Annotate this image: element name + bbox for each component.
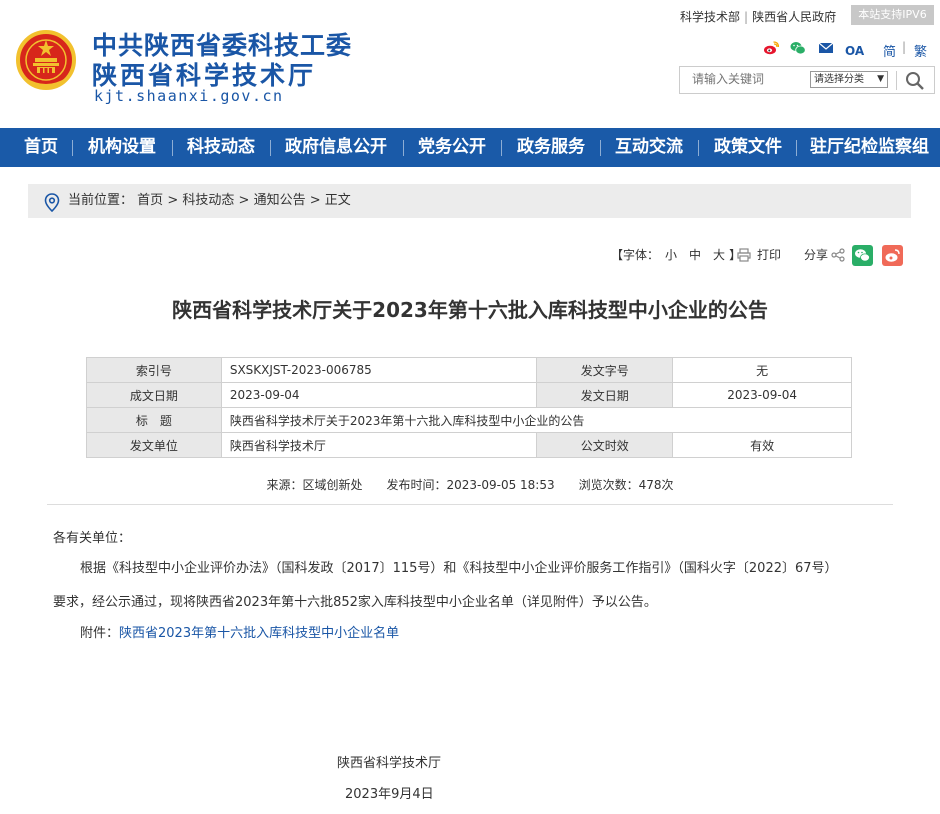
share-icon	[831, 248, 845, 265]
separator: |	[902, 40, 907, 54]
doc-no-label: 发文字号	[536, 357, 674, 383]
attachment-line: 附件：陕西省2023年第十六批入库科技型中小企业名单	[80, 622, 399, 641]
breadcrumb: 当前位置： 首页 > 科技动态 > 通知公告 > 正文	[28, 184, 911, 218]
breadcrumb-sep: >	[238, 193, 250, 208]
title-value: 陕西省科学技术厅关于2023年第十六批入库科技型中小企业的公告	[220, 407, 853, 433]
mail-icon[interactable]	[818, 40, 834, 56]
font-open: 【字体：	[611, 248, 660, 262]
site-header: 中共陕西省委科技工委 陕西省科学技术厅 kjt.shaanxi.gov.cn 科…	[0, 0, 940, 128]
issued-date-label: 发文日期	[536, 382, 674, 408]
national-emblem-icon	[16, 30, 76, 92]
search-button[interactable]	[902, 70, 928, 92]
issuer-value: 陕西省科学技术厅	[220, 432, 538, 458]
font-large-button[interactable]: 大	[713, 248, 725, 262]
signature-date: 2023年9月4日	[345, 787, 434, 802]
index-value: SXSKXJST-2023-006785	[220, 357, 538, 383]
index-label: 索引号	[86, 357, 222, 383]
salutation: 各有关单位：	[53, 531, 132, 546]
nav-item-discipline[interactable]: 驻厅纪检监察组	[810, 128, 929, 167]
attachment-label: 附件：	[80, 626, 120, 641]
separator	[403, 140, 404, 156]
separator	[600, 140, 601, 156]
nav-item-policy[interactable]: 政策文件	[714, 128, 782, 167]
separator	[270, 140, 271, 156]
divider	[896, 71, 897, 90]
font-size-controls: 【字体：小中大】	[611, 246, 741, 263]
lang-simplified[interactable]: 简	[883, 41, 896, 60]
nav-item-party-affairs[interactable]: 党务公开	[418, 128, 486, 167]
validity-value: 有效	[672, 432, 852, 458]
chevron-down-icon: ▼	[877, 74, 884, 84]
table-row: 成文日期 2023-09-04 发文日期 2023-09-04	[86, 382, 852, 408]
separator	[698, 140, 699, 156]
search-icon	[906, 72, 924, 90]
link-shaanxi-gov[interactable]: 陕西省人民政府	[752, 10, 836, 24]
validity-label: 公文时效	[536, 432, 674, 458]
written-date-label: 成文日期	[86, 382, 222, 408]
separator	[72, 140, 73, 156]
title-label: 标 题	[86, 407, 222, 433]
separator	[501, 140, 502, 156]
search-category-value: 请选择分类	[814, 74, 864, 85]
paragraph-line: 根据《科技型中小企业评价办法》（国科发政〔2017〕115号）和《科技型中小企业…	[80, 561, 838, 576]
font-small-button[interactable]: 小	[665, 248, 677, 262]
attachment-link[interactable]: 陕西省2023年第十六批入库科技型中小企业名单	[119, 626, 399, 641]
oa-label: OA	[845, 44, 865, 58]
nav-item-organization[interactable]: 机构设置	[88, 128, 156, 167]
table-row: 发文单位 陕西省科学技术厅 公文时效 有效	[86, 432, 852, 458]
divider	[47, 504, 893, 505]
nav-item-gov-info[interactable]: 政府信息公开	[285, 128, 387, 167]
wechat-icon[interactable]	[790, 40, 806, 56]
search-bar: 请选择分类 ▼	[679, 66, 935, 94]
location-pin-icon	[44, 192, 60, 213]
top-links: 科学技术部 | 陕西省人民政府	[680, 8, 836, 25]
search-category-select[interactable]: 请选择分类 ▼	[810, 71, 888, 88]
breadcrumb-notices[interactable]: 通知公告	[254, 193, 306, 208]
article-meta-table: 索引号 SXSKXJST-2023-006785 发文字号 无 成文日期 202…	[86, 357, 853, 458]
print-button[interactable]: 打印	[757, 246, 781, 263]
signature: 陕西省科学技术厅	[337, 756, 442, 771]
main-nav: 首页 机构设置 科技动态 政府信息公开 党务公开 政务服务 互动交流 政策文件 …	[0, 128, 940, 167]
breadcrumb-sep: >	[167, 193, 179, 208]
font-medium-button[interactable]: 中	[689, 248, 701, 262]
ipv6-badge: 本站支持IPV6	[851, 5, 934, 25]
article-source-line: 来源：区域创新处 发布时间：2023-09-05 18:53 浏览次数：478次	[266, 478, 674, 492]
share-weibo-icon[interactable]	[882, 245, 903, 269]
breadcrumb-sep: >	[309, 193, 321, 208]
breadcrumb-home[interactable]: 首页	[137, 193, 163, 208]
issuer-label: 发文单位	[86, 432, 222, 458]
article-title: 陕西省科学技术厅关于2023年第十六批入库科技型中小企业的公告	[172, 298, 768, 322]
doc-no-value: 无	[672, 357, 852, 383]
nav-item-home[interactable]: 首页	[24, 128, 58, 167]
print-icon[interactable]	[737, 248, 751, 265]
paragraph-line: 要求，经公示通过，现将陕西省2023年第十六批852家入库科技型中小企业名单（详…	[53, 595, 657, 610]
table-row: 索引号 SXSKXJST-2023-006785 发文字号 无	[86, 357, 852, 383]
breadcrumb-label: 当前位置：	[68, 193, 134, 208]
nav-item-gov-services[interactable]: 政务服务	[517, 128, 585, 167]
written-date-value: 2023-09-04	[220, 382, 538, 408]
separator	[172, 140, 173, 156]
breadcrumb-tech-news[interactable]: 科技动态	[182, 193, 234, 208]
oa-icon[interactable]: OA	[845, 40, 865, 58]
issued-date-value: 2023-09-04	[672, 382, 852, 408]
nav-item-interaction[interactable]: 互动交流	[615, 128, 683, 167]
separator: |	[744, 10, 749, 24]
site-domain: kjt.shaanxi.gov.cn	[94, 87, 284, 105]
separator	[796, 140, 797, 156]
search-input[interactable]	[692, 72, 802, 86]
link-most[interactable]: 科学技术部	[680, 10, 740, 24]
share-wechat-icon[interactable]	[852, 245, 873, 269]
nav-item-tech-news[interactable]: 科技动态	[187, 128, 255, 167]
breadcrumb-current: 正文	[324, 193, 351, 208]
weibo-icon[interactable]	[763, 40, 779, 56]
share-label: 分享	[804, 248, 829, 262]
lang-traditional[interactable]: 繁	[914, 41, 927, 60]
table-row: 标 题 陕西省科学技术厅关于2023年第十六批入库科技型中小企业的公告	[86, 407, 853, 433]
